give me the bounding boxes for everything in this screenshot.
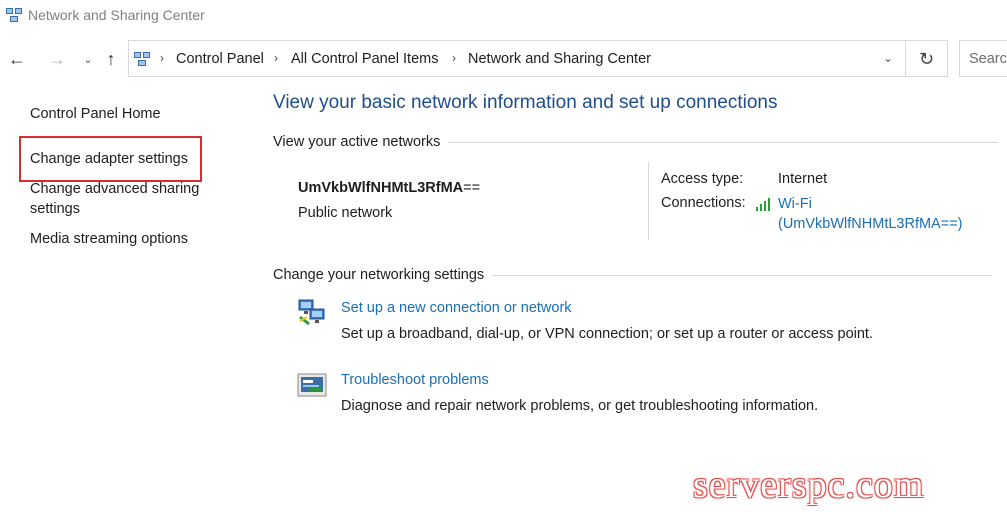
watermark: serverspc.com: [693, 464, 925, 506]
breadcrumb-all-items[interactable]: All Control Panel Items: [291, 51, 438, 67]
chevron-right-icon[interactable]: ›: [160, 51, 164, 65]
control-panel-icon: [134, 52, 150, 66]
sidebar-item-media-streaming[interactable]: Media streaming options: [30, 229, 188, 249]
wifi-link-line2[interactable]: (UmVkbWlfNHMtL3RfMA==): [778, 214, 963, 234]
address-bar[interactable]: › Control Panel › All Control Panel Item…: [128, 40, 906, 77]
setup-connection-link[interactable]: Set up a new connection or network: [341, 300, 572, 316]
wifi-connection-link[interactable]: Wi-Fi (UmVkbWlfNHMtL3RfMA==): [778, 194, 963, 234]
change-settings-heading-text: Change your networking settings: [273, 267, 485, 283]
page-title: View your basic network information and …: [273, 92, 778, 113]
vertical-divider: [648, 162, 649, 240]
breadcrumb-control-panel[interactable]: Control Panel: [176, 51, 264, 67]
chevron-down-icon[interactable]: ⌄: [883, 51, 893, 65]
section-divider: [492, 274, 993, 276]
wifi-link-line1[interactable]: Wi-Fi: [778, 194, 963, 214]
back-button[interactable]: ←: [6, 48, 28, 70]
chevron-right-icon[interactable]: ›: [452, 51, 456, 65]
network-name: UmVkbWlfNHMtL3RfMA==: [298, 180, 480, 196]
forward-button[interactable]: →: [46, 48, 68, 70]
section-divider: [448, 141, 999, 143]
search-input[interactable]: [960, 41, 1007, 76]
network-type[interactable]: Public network: [298, 205, 392, 221]
new-connection-icon: [298, 299, 325, 326]
refresh-button[interactable]: ↻: [906, 40, 948, 77]
sidebar-item-control-panel-home[interactable]: Control Panel Home: [30, 104, 161, 124]
access-type-label: Access type:: [661, 171, 744, 187]
sidebar-item-change-advanced-sharing[interactable]: Change advanced sharing settings: [30, 179, 230, 219]
wifi-signal-icon: [756, 198, 770, 211]
recent-locations-button[interactable]: ⌄: [77, 49, 99, 71]
network-name-suffix: ==: [463, 180, 481, 196]
network-name-text: UmVkbWlfNHMtL3RfMA: [298, 180, 464, 196]
breadcrumb-network-sharing[interactable]: Network and Sharing Center: [468, 51, 651, 67]
window-title: Network and Sharing Center: [28, 7, 205, 23]
change-settings-heading: Change your networking settings: [273, 267, 993, 283]
refresh-icon: ↻: [918, 49, 935, 69]
troubleshoot-icon: [297, 373, 327, 397]
title-bar: Network and Sharing Center: [0, 0, 1007, 32]
access-type-value: Internet: [778, 171, 828, 187]
connections-label: Connections:: [661, 195, 746, 211]
search-box[interactable]: [959, 40, 1007, 77]
network-sharing-icon: [6, 8, 22, 22]
active-networks-heading: View your active networks: [273, 134, 999, 150]
troubleshoot-description: Diagnose and repair network problems, or…: [341, 398, 819, 414]
chevron-right-icon[interactable]: ›: [274, 51, 278, 65]
troubleshoot-link[interactable]: Troubleshoot problems: [341, 372, 489, 388]
active-networks-heading-text: View your active networks: [273, 134, 441, 150]
navigation-bar: ← → ⌄ ↑ › Control Panel › All Control Pa…: [0, 40, 1007, 78]
setup-connection-description: Set up a broadband, dial-up, or VPN conn…: [341, 326, 873, 342]
up-button[interactable]: ↑: [100, 48, 122, 70]
sidebar-item-change-adapter-settings[interactable]: Change adapter settings: [30, 149, 188, 169]
